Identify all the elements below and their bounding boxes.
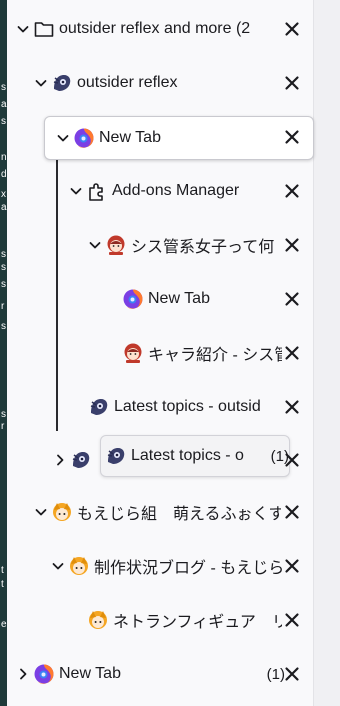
tab-label: もえじら組 萌えるふぉくすや [77,506,281,523]
close-icon[interactable] [282,664,302,684]
tab-row-active[interactable]: New Tab [44,116,314,160]
outsider-favicon [88,396,110,418]
edge-glyph: s [1,262,6,273]
firefox-icon [122,288,144,310]
tab-row[interactable]: ネトランフィギュア リタ [87,600,282,640]
close-icon[interactable] [282,450,302,470]
close-icon[interactable] [282,181,302,201]
tab-label: Latest topics - o [131,447,244,464]
outsider-favicon [70,449,92,471]
edge-glyph: s [1,279,6,290]
edge-glyph: r [1,421,5,432]
close-icon[interactable] [282,343,302,363]
tab-row[interactable]: New Tab (1) [15,654,285,694]
close-icon[interactable] [282,289,302,309]
edge-glyph: s [1,249,6,260]
anime-favicon [105,234,127,256]
window-edge: sasndxasssrssrtte [0,0,7,706]
tab-row[interactable]: Latest topics - outsid [88,387,282,427]
moezilla-favicon [68,555,90,577]
tree-twisty-expanded-icon[interactable] [33,75,49,91]
tab-row[interactable]: シス管系女子って何 [87,225,282,265]
tab-label: シス管系女子って何 [131,239,275,256]
edge-glyph: x [1,189,6,200]
close-icon[interactable] [282,73,302,93]
close-icon[interactable] [282,610,302,630]
panel-scroll-rail[interactable] [313,0,340,706]
edge-glyph: t [1,565,4,576]
tab-row[interactable]: Add-ons Manager [68,171,282,211]
close-icon[interactable] [282,556,302,576]
edge-glyph: a [1,99,7,110]
tree-twisty-expanded-icon[interactable] [87,237,103,253]
close-icon[interactable] [282,397,302,417]
tree-twisty-expanded-icon[interactable] [33,504,49,520]
tab-row[interactable]: outsider reflex and more (2 [15,9,305,49]
moezilla-favicon [51,501,73,523]
tree-connector-line [56,160,58,431]
edge-glyph: a [1,202,7,213]
edge-glyph: s [1,116,6,127]
tab-label: New Tab [148,290,210,307]
tab-drag-ghost[interactable]: Latest topics - o (1) [100,435,290,477]
anime-favicon [122,342,144,364]
tree-twisty-expanded-icon[interactable] [50,558,66,574]
tab-label: Latest topics - outsid [114,398,261,415]
tab-row[interactable]: もえじら組 萌えるふぉくすや [33,492,281,532]
tree-twisty-collapsed-icon[interactable] [52,452,68,468]
tab-label: outsider reflex and more (2 [59,20,251,37]
close-icon[interactable] [282,502,302,522]
tab-row[interactable]: New Tab [122,279,282,319]
tab-label: outsider reflex [77,74,178,91]
close-icon[interactable] [282,19,302,39]
outsider-favicon [105,445,127,467]
tree-twisty-collapsed-icon[interactable] [15,666,31,682]
tab-row[interactable]: キャラ紹介 - シス管 [122,333,282,373]
tab-label: 制作状況ブログ - もえじら [94,560,282,577]
tab-label: Add-ons Manager [112,182,240,199]
tab-label: ネトランフィギュア リタ [113,614,282,631]
tree-twisty-expanded-icon[interactable] [15,21,31,37]
tree-twisty-expanded-icon[interactable] [55,130,71,146]
tab-label: キャラ紹介 - シス管 [148,347,282,364]
tree-twisty-expanded-icon[interactable] [68,183,84,199]
folder-icon [33,18,55,40]
edge-glyph: s [1,321,6,332]
tab-label: New Tab [59,665,121,682]
tab-row[interactable]: outsider reflex [33,63,303,103]
edge-glyph: e [1,619,7,630]
puzzle-icon [86,180,108,202]
edge-glyph: r [1,301,5,312]
tab-row[interactable]: 制作状況ブログ - もえじら [50,546,282,586]
moezilla-favicon [87,609,109,631]
tab-label: New Tab [99,129,161,146]
close-icon[interactable] [282,235,302,255]
firefox-icon [73,127,95,149]
edge-glyph: s [1,82,6,93]
edge-glyph: t [1,579,4,590]
firefox-icon [33,663,55,685]
edge-glyph: s [1,409,6,420]
close-icon[interactable] [282,127,302,147]
outsider-favicon [51,72,73,94]
edge-glyph: d [1,169,7,180]
edge-glyph: n [1,152,7,163]
